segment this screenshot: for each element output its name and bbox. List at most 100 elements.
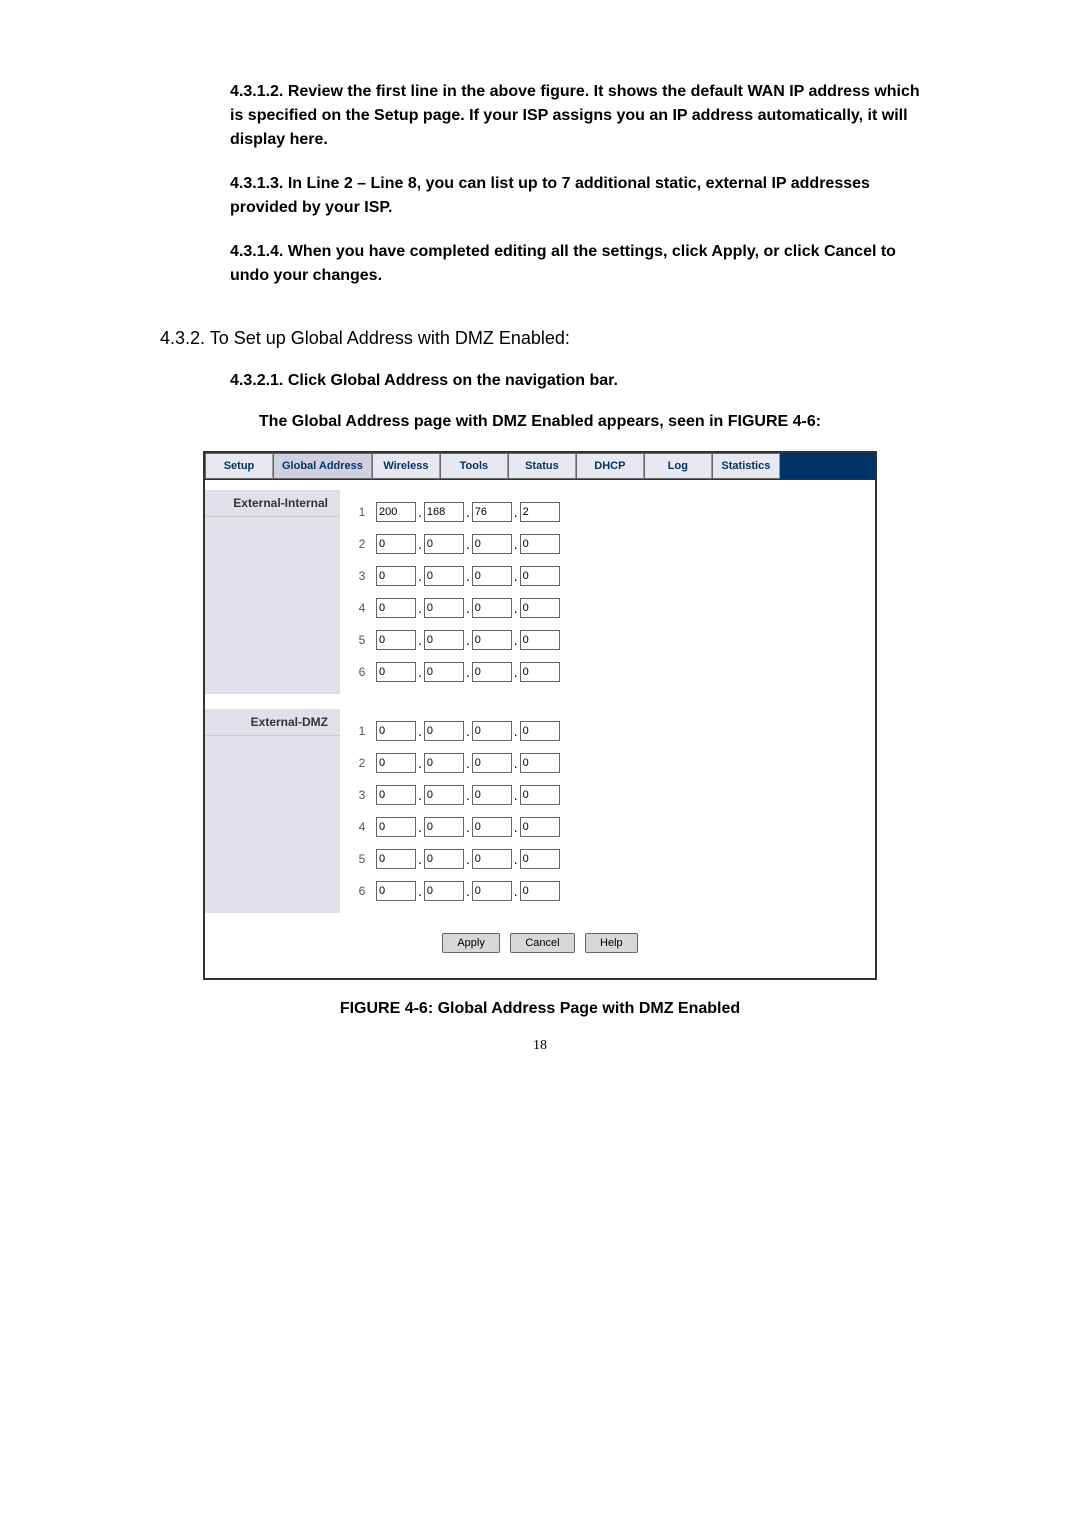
dmz-ip-octet-input[interactable] xyxy=(472,753,512,773)
tab-dhcp[interactable]: DHCP xyxy=(576,453,644,479)
internal-ip-octet-input[interactable] xyxy=(376,502,416,522)
content-area: External-Internal 1...2...3...4...5...6.… xyxy=(205,480,875,978)
ip-dot: . xyxy=(418,664,422,680)
apply-button[interactable]: Apply xyxy=(442,933,500,953)
dmz-ip-octet-input[interactable] xyxy=(424,721,464,741)
internal-ip-row: 2... xyxy=(350,534,875,554)
ip-dot: . xyxy=(418,851,422,867)
ip-dot: . xyxy=(466,568,470,584)
internal-ip-octet-input[interactable] xyxy=(376,630,416,650)
row-number: 5 xyxy=(350,633,374,647)
page-number: 18 xyxy=(160,1038,920,1054)
ip-dot: . xyxy=(514,819,518,835)
paragraph-4-3-1-2: 4.3.1.2. Review the first line in the ab… xyxy=(160,80,920,152)
ip-dot: . xyxy=(418,568,422,584)
ip-dot: . xyxy=(514,504,518,520)
dmz-ip-octet-input[interactable] xyxy=(472,817,512,837)
ip-dot: . xyxy=(514,883,518,899)
internal-ip-octet-input[interactable] xyxy=(472,630,512,650)
internal-ip-octet-input[interactable] xyxy=(424,566,464,586)
dmz-ip-octet-input[interactable] xyxy=(376,785,416,805)
tab-tools[interactable]: Tools xyxy=(440,453,508,479)
internal-ip-octet-input[interactable] xyxy=(424,502,464,522)
ip-dot: . xyxy=(466,632,470,648)
dmz-ip-row: 3... xyxy=(350,785,875,805)
internal-ip-octet-input[interactable] xyxy=(520,630,560,650)
dmz-ip-octet-input[interactable] xyxy=(376,753,416,773)
ip-dot: . xyxy=(418,787,422,803)
dmz-ip-octet-input[interactable] xyxy=(424,817,464,837)
internal-ip-octet-input[interactable] xyxy=(376,662,416,682)
internal-ip-octet-input[interactable] xyxy=(472,598,512,618)
dmz-ip-octet-input[interactable] xyxy=(472,785,512,805)
internal-ip-octet-input[interactable] xyxy=(424,534,464,554)
dmz-ip-octet-input[interactable] xyxy=(424,753,464,773)
row-number: 2 xyxy=(350,756,374,770)
router-ui-screenshot: Setup Global Address Wireless Tools Stat… xyxy=(203,451,877,980)
dmz-ip-octet-input[interactable] xyxy=(520,849,560,869)
row-number: 4 xyxy=(350,601,374,615)
row-number: 2 xyxy=(350,537,374,551)
internal-ip-octet-input[interactable] xyxy=(376,534,416,554)
tab-spacer xyxy=(780,453,875,479)
internal-ip-octet-input[interactable] xyxy=(472,502,512,522)
tab-statistics[interactable]: Statistics xyxy=(712,453,780,479)
row-number: 1 xyxy=(350,505,374,519)
cancel-button[interactable]: Cancel xyxy=(510,933,574,953)
dmz-ip-octet-input[interactable] xyxy=(376,849,416,869)
dmz-ip-octet-input[interactable] xyxy=(424,881,464,901)
dmz-ip-octet-input[interactable] xyxy=(520,817,560,837)
tab-log[interactable]: Log xyxy=(644,453,712,479)
dmz-ip-octet-input[interactable] xyxy=(424,849,464,869)
ip-dot: . xyxy=(418,819,422,835)
tab-wireless[interactable]: Wireless xyxy=(372,453,440,479)
tab-global-address[interactable]: Global Address xyxy=(273,453,372,479)
internal-ip-octet-input[interactable] xyxy=(376,598,416,618)
dmz-ip-row: 2... xyxy=(350,753,875,773)
internal-ip-octet-input[interactable] xyxy=(424,630,464,650)
dmz-ip-octet-input[interactable] xyxy=(472,849,512,869)
paragraph-4-3-1-4: 4.3.1.4. When you have completed editing… xyxy=(160,240,920,288)
internal-ip-octet-input[interactable] xyxy=(472,534,512,554)
internal-ip-octet-input[interactable] xyxy=(520,598,560,618)
internal-ip-row: 1... xyxy=(350,502,875,522)
internal-ip-octet-input[interactable] xyxy=(520,502,560,522)
internal-ip-octet-input[interactable] xyxy=(520,566,560,586)
internal-ip-row: 5... xyxy=(350,630,875,650)
dmz-ip-row: 6... xyxy=(350,881,875,901)
dmz-ip-octet-input[interactable] xyxy=(376,881,416,901)
ip-dot: . xyxy=(466,755,470,771)
ip-dot: . xyxy=(466,851,470,867)
internal-ip-octet-input[interactable] xyxy=(520,662,560,682)
ip-dot: . xyxy=(466,600,470,616)
dmz-ip-octet-input[interactable] xyxy=(472,881,512,901)
dmz-ip-octet-input[interactable] xyxy=(376,817,416,837)
dmz-ip-octet-input[interactable] xyxy=(424,785,464,805)
external-dmz-block: External-DMZ 1...2...3...4...5...6... xyxy=(205,709,875,913)
internal-ip-octet-input[interactable] xyxy=(376,566,416,586)
dmz-ip-octet-input[interactable] xyxy=(376,721,416,741)
ip-dot: . xyxy=(514,664,518,680)
dmz-ip-octet-input[interactable] xyxy=(520,785,560,805)
row-number: 3 xyxy=(350,788,374,802)
help-button[interactable]: Help xyxy=(585,933,638,953)
ip-dot: . xyxy=(514,755,518,771)
internal-ip-octet-input[interactable] xyxy=(472,662,512,682)
internal-ip-octet-input[interactable] xyxy=(520,534,560,554)
ip-dot: . xyxy=(514,568,518,584)
dmz-ip-row: 4... xyxy=(350,817,875,837)
ip-dot: . xyxy=(466,723,470,739)
dmz-ip-octet-input[interactable] xyxy=(520,753,560,773)
dmz-ip-octet-input[interactable] xyxy=(520,721,560,741)
internal-ip-octet-input[interactable] xyxy=(424,662,464,682)
ip-dot: . xyxy=(466,883,470,899)
dmz-ip-octet-input[interactable] xyxy=(520,881,560,901)
tab-setup[interactable]: Setup xyxy=(205,453,273,479)
dmz-ip-octet-input[interactable] xyxy=(472,721,512,741)
ip-dot: . xyxy=(418,600,422,616)
internal-ip-octet-input[interactable] xyxy=(472,566,512,586)
figure-intro-text: The Global Address page with DMZ Enabled… xyxy=(160,413,920,431)
tab-status[interactable]: Status xyxy=(508,453,576,479)
internal-ip-octet-input[interactable] xyxy=(424,598,464,618)
external-dmz-label: External-DMZ xyxy=(205,709,340,736)
